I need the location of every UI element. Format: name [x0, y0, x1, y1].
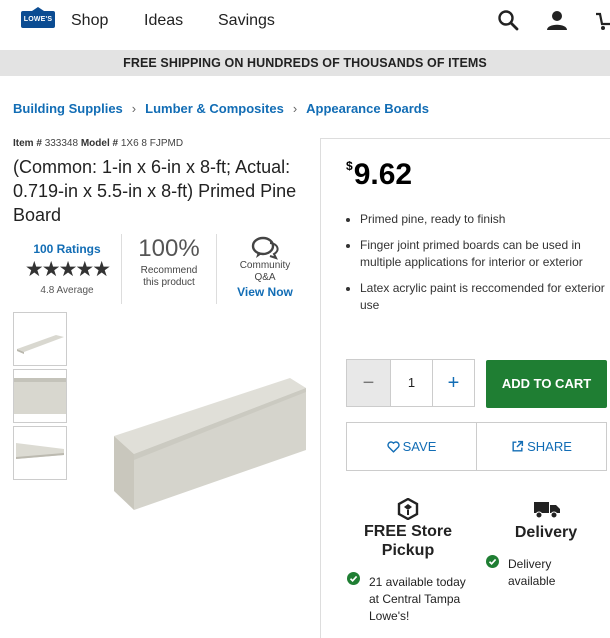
price-value: 9.62: [353, 158, 413, 191]
cart-icon[interactable]: [596, 8, 610, 34]
store-pickup-title[interactable]: FREE Store Pickup: [347, 522, 469, 560]
recommend-percent: 100%: [138, 235, 200, 262]
search-icon[interactable]: [496, 8, 522, 34]
delivery-title[interactable]: Delivery: [490, 524, 602, 542]
product-stats: 100 Ratings ★★★★★ 4.8 Average 100% Recom…: [13, 234, 313, 304]
breadcrumb-lumber-composites[interactable]: Lumber & Composites: [145, 101, 284, 116]
ratings-link[interactable]: 100 Ratings: [13, 242, 121, 256]
nav-savings[interactable]: Savings: [218, 12, 275, 30]
quantity-input[interactable]: 1: [390, 360, 433, 406]
add-to-cart-button[interactable]: ADD TO CART: [486, 360, 607, 408]
nav-ideas[interactable]: Ideas: [144, 12, 183, 30]
save-button[interactable]: SAVE: [347, 423, 477, 470]
delivery-truck-icon: [534, 499, 560, 519]
item-model-line: Item # 333348 Model # 1X6 8 FJPMD: [13, 138, 183, 149]
recommend-text: Recommend this product: [140, 265, 198, 288]
item-label: Item #: [13, 138, 42, 149]
top-nav: LOWE'S Shop Ideas Savings: [0, 0, 610, 44]
lowes-logo[interactable]: LOWE'S: [21, 7, 55, 28]
store-pickup-detail: 21 available today at Central Tampa Lowe…: [369, 575, 466, 623]
item-number: 333348: [44, 138, 79, 149]
user-icon[interactable]: [545, 8, 571, 34]
breadcrumb: Building Supplies › Lumber & Composites › Ap…: [13, 101, 429, 116]
product-thumbnail[interactable]: [13, 426, 67, 480]
model-number: 1X6 8 FJPMD: [120, 138, 184, 149]
model-label: Model #: [80, 138, 119, 149]
share-label: SHARE: [527, 439, 572, 454]
chevron-right-icon: ›: [292, 101, 298, 116]
breadcrumb-appearance-boards[interactable]: Appearance Boards: [306, 101, 429, 116]
save-label: SAVE: [402, 439, 437, 454]
product-thumbnail[interactable]: [13, 312, 67, 366]
recommend-summary: 100% Recommend this product: [121, 234, 217, 304]
share-button[interactable]: SHARE: [477, 423, 606, 470]
check-icon: [486, 555, 499, 568]
chat-bubbles-icon: [217, 236, 313, 260]
store-pickup-icon: [397, 497, 419, 521]
heart-icon: [386, 441, 400, 453]
check-icon: [347, 572, 360, 585]
price-currency: $: [346, 159, 353, 173]
product-thumbnail[interactable]: [13, 369, 67, 423]
nav-shop[interactable]: Shop: [71, 12, 108, 30]
product-main-image[interactable]: [110, 378, 306, 590]
feature-list: Primed pine, ready to finish Finger join…: [343, 211, 605, 323]
feature-item: Finger joint primed boards can be used i…: [343, 237, 605, 271]
ratings-summary: 100 Ratings ★★★★★ 4.8 Average: [13, 234, 121, 304]
star-rating-icon: ★★★★★: [24, 258, 111, 281]
view-now-link[interactable]: View Now: [217, 285, 313, 299]
feature-item: Latex acrylic paint is reccomended for e…: [343, 280, 605, 314]
delivery-detail: Delivery available: [508, 557, 556, 588]
save-share-row: SAVE SHARE: [346, 422, 607, 471]
quantity-decrease-button[interactable]: −: [347, 360, 390, 406]
chevron-right-icon: ›: [131, 101, 137, 116]
price: $9.62: [346, 158, 412, 192]
community-qa-label: Community Q&A: [239, 260, 291, 283]
product-title: (Common: 1-in x 6-in x 8-ft; Actual: 0.7…: [13, 157, 297, 225]
average-rating: 4.8 Average: [40, 285, 94, 296]
feature-item: Primed pine, ready to finish: [343, 211, 605, 228]
quantity-stepper: − 1 +: [346, 359, 475, 407]
free-shipping-banner: FREE SHIPPING ON HUNDREDS OF THOUSANDS O…: [0, 50, 610, 76]
breadcrumb-building-supplies[interactable]: Building Supplies: [13, 101, 123, 116]
community-qa: Community Q&A View Now: [217, 234, 313, 304]
quantity-increase-button[interactable]: +: [433, 360, 474, 406]
share-icon: [512, 440, 524, 452]
